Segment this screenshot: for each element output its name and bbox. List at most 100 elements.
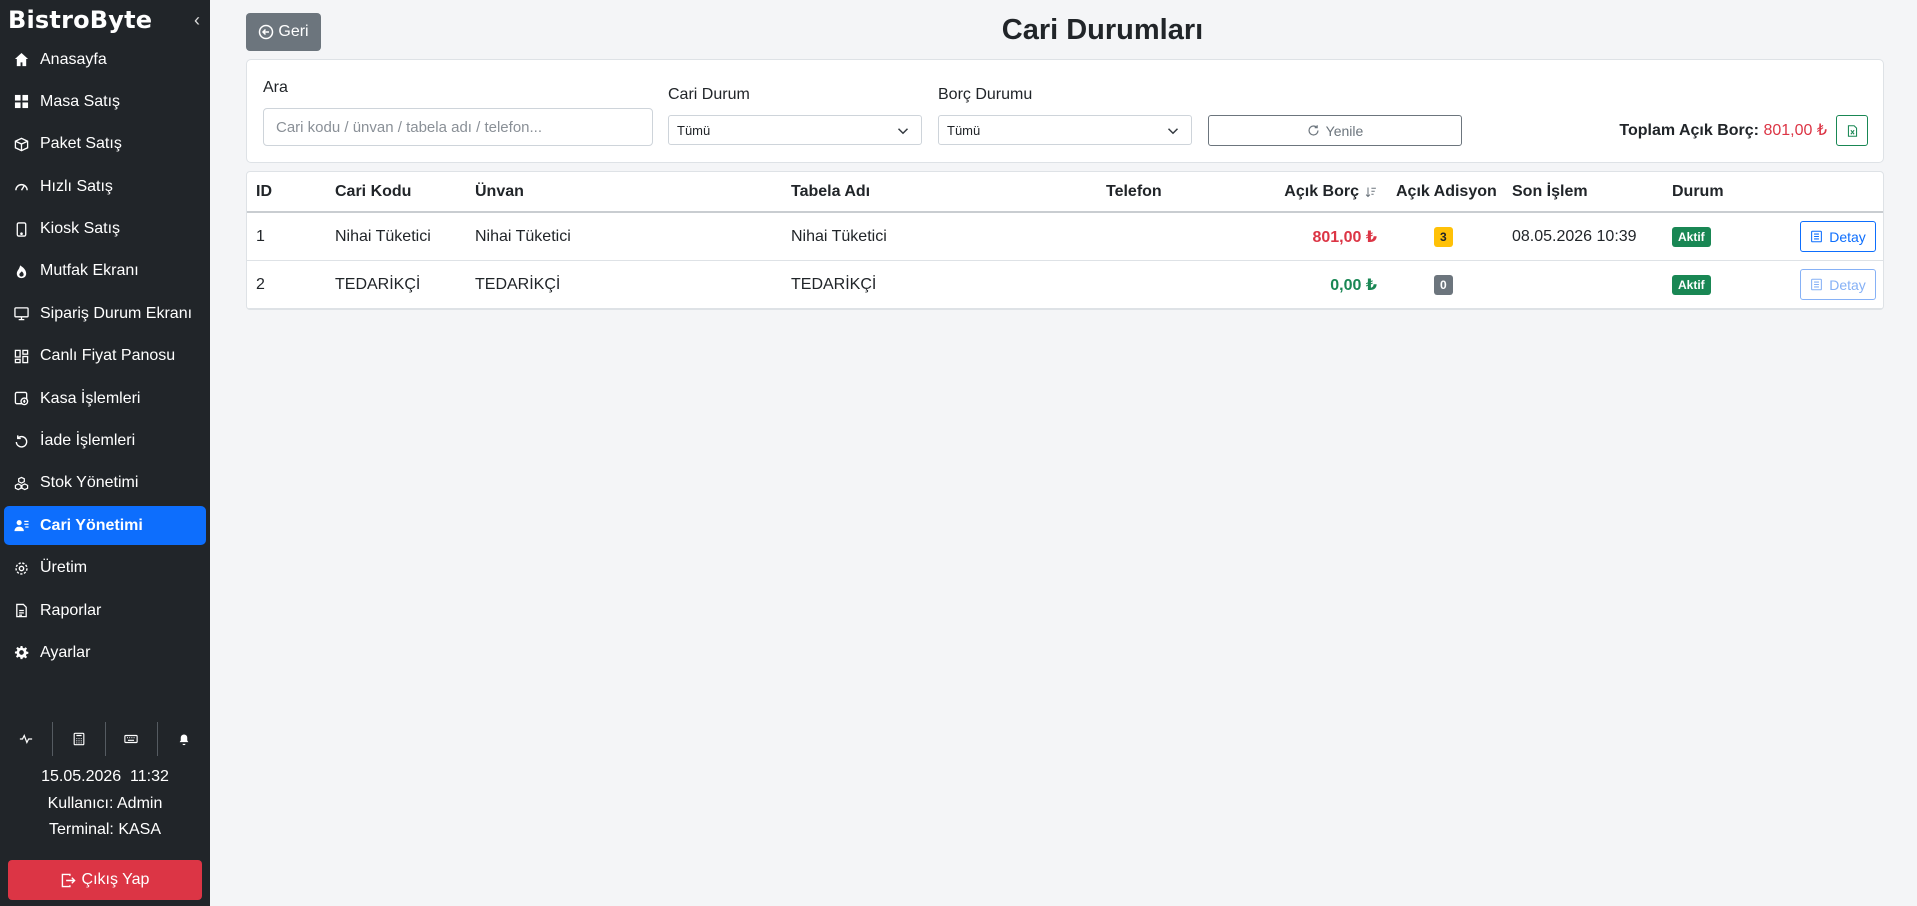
col-acik-borc-label: Açık Borç <box>1284 182 1359 200</box>
sidebar-item-kasa-islemleri[interactable]: Kasa İşlemleri <box>4 379 206 418</box>
sidebar-item-kiosk-satis[interactable]: Kiosk Satış <box>4 210 206 249</box>
cari-durum-label: Cari Durum <box>668 86 750 103</box>
calculator-icon[interactable] <box>53 722 106 756</box>
sidebar-item-iade-islemleri[interactable]: İade İşlemleri <box>4 422 206 461</box>
current-terminal: Terminal: KASA <box>48 821 162 838</box>
detail-label: Detay <box>1829 276 1866 293</box>
list-icon <box>1811 230 1823 243</box>
col-acik-adisyon[interactable]: Açık Adisyon <box>1396 172 1497 211</box>
borc-durumu-value: Tümü <box>947 122 981 138</box>
collapse-sidebar-icon[interactable]: ‹ <box>194 10 200 31</box>
refresh-icon <box>1308 125 1319 136</box>
monitor-icon <box>12 306 30 322</box>
grid-icon <box>12 94 30 110</box>
chevron-down-icon <box>897 128 909 135</box>
sidebar-item-label: Ayarlar <box>40 643 91 661</box>
fire-icon <box>12 263 30 279</box>
current-user: Kullanıcı: Admin <box>47 794 163 812</box>
brand-bar: BistroByte ‹ <box>0 0 210 40</box>
bell-icon[interactable] <box>158 722 210 756</box>
search-input[interactable] <box>263 108 653 146</box>
sidebar-item-stok-yonetimi[interactable]: Stok Yönetimi <box>4 464 206 503</box>
sidebar-item-mutfak-ekrani[interactable]: Mutfak Ekranı <box>4 252 206 291</box>
session-info: 15.05.2026 11:32 Kullanıcı: Admin Termin… <box>0 764 210 844</box>
sidebar-item-cari-yonetimi[interactable]: Cari Yönetimi <box>4 506 206 546</box>
col-tabela-adi[interactable]: Tabela Adı <box>791 172 870 211</box>
sidebar-item-siparis-durum-ekrani[interactable]: Sipariş Durum Ekranı <box>4 294 206 333</box>
sidebar-item-label: Üretim <box>40 559 88 577</box>
sidebar-item-anasayfa[interactable]: Anasayfa <box>4 40 206 79</box>
activity-icon[interactable] <box>0 722 53 756</box>
page-title: Cari Durumları <box>1001 14 1204 46</box>
borc-durumu-select[interactable]: Tümü <box>938 115 1192 145</box>
undo-icon <box>12 433 30 449</box>
detail-button[interactable]: Detay <box>1800 269 1876 300</box>
cell-son-islem: 08.05.2026 10:39 <box>1512 227 1637 245</box>
cell-id: 2 <box>256 275 265 293</box>
table-row: 1 Nihai Tüketici Nihai Tüketici Nihai Tü… <box>247 213 1883 261</box>
box-icon <box>12 136 30 152</box>
file-excel-icon <box>1847 124 1857 137</box>
logout-label: Çıkış Yap <box>81 871 150 888</box>
cell-id: 1 <box>256 227 265 245</box>
cell-tabela: Nihai Tüketici <box>791 227 887 245</box>
col-telefon[interactable]: Telefon <box>1106 172 1162 211</box>
export-excel-button[interactable] <box>1836 115 1868 146</box>
cell-acik-adisyon: 3 <box>1434 213 1453 260</box>
sidebar-item-label: Sipariş Durum Ekranı <box>40 304 193 322</box>
sidebar-item-label: Canlı Fiyat Panosu <box>40 347 176 365</box>
status-badge: Aktif <box>1672 274 1711 295</box>
search-label: Ara <box>263 79 288 96</box>
logout-icon <box>61 873 76 887</box>
sidebar-item-label: Mutfak Ekranı <box>40 262 139 280</box>
cash-register-icon <box>12 391 30 407</box>
sidebar-item-label: Kasa İşlemleri <box>40 389 141 407</box>
sidebar-item-hizli-satis[interactable]: Hızlı Satış <box>4 167 206 206</box>
col-durum[interactable]: Durum <box>1672 172 1724 211</box>
cell-acik-borc: 0,00 ₺ <box>1330 276 1377 294</box>
sidebar-item-label: Kiosk Satış <box>40 220 121 238</box>
speedometer-icon <box>12 179 30 195</box>
col-son-islem[interactable]: Son İşlem <box>1512 172 1588 211</box>
sidebar-nav: Anasayfa Masa Satış Paket Satış Hızlı Sa… <box>0 40 210 672</box>
list-icon <box>1811 278 1823 291</box>
gear-icon <box>12 560 30 576</box>
sidebar-item-canli-fiyat-panosu[interactable]: Canlı Fiyat Panosu <box>4 337 206 376</box>
status-badge: Aktif <box>1672 226 1711 247</box>
open-bill-badge: 3 <box>1434 226 1453 247</box>
keyboard-icon[interactable] <box>106 722 159 756</box>
sort-down-icon <box>1365 187 1376 197</box>
cari-durum-select[interactable]: Tümü <box>668 115 922 145</box>
cell-action: Detay <box>1800 261 1876 308</box>
cari-durum-value: Tümü <box>677 122 711 138</box>
sidebar-item-label: Cari Yönetimi <box>40 516 143 534</box>
logout-button[interactable]: Çıkış Yap <box>8 860 202 900</box>
sidebar-item-ayarlar[interactable]: Ayarlar <box>4 633 206 672</box>
file-icon <box>12 603 30 619</box>
sidebar-item-masa-satis[interactable]: Masa Satış <box>4 82 206 121</box>
cell-unvan: Nihai Tüketici <box>475 227 571 245</box>
person-lines-icon <box>12 518 30 534</box>
total-value: 801,00 ₺ <box>1763 122 1827 139</box>
detail-button[interactable]: Detay <box>1800 221 1876 252</box>
sidebar-item-paket-satis[interactable]: Paket Satış <box>4 125 206 164</box>
sidebar-tools <box>0 722 210 756</box>
cell-durum: Aktif <box>1672 261 1711 308</box>
sidebar-item-label: Paket Satış <box>40 135 122 153</box>
cell-tabela: TEDARİKÇİ <box>791 275 877 293</box>
boxes-icon <box>12 475 30 491</box>
cell-acik-borc: 801,00 ₺ <box>1312 228 1377 246</box>
brand-logo: BistroByte <box>8 6 153 34</box>
col-cari-kodu[interactable]: Cari Kodu <box>335 172 411 211</box>
sidebar-item-uretim[interactable]: Üretim <box>4 549 206 588</box>
col-unvan[interactable]: Ünvan <box>475 172 524 211</box>
sidebar-item-label: Masa Satış <box>40 92 121 110</box>
cell-action: Detay <box>1800 213 1876 260</box>
sidebar-item-raporlar[interactable]: Raporlar <box>4 591 206 630</box>
sidebar: BistroByte ‹ Anasayfa Masa Satış Paket S… <box>0 0 210 906</box>
cell-cari-kodu: TEDARİKÇİ <box>335 275 421 293</box>
refresh-button[interactable]: Yenile <box>1208 115 1462 146</box>
filter-panel: Ara Cari Durum Tümü Borç Durumu Tümü Yen… <box>246 59 1884 163</box>
col-acik-borc[interactable]: Açık Borç <box>1284 172 1377 211</box>
open-bill-badge: 0 <box>1434 274 1453 295</box>
